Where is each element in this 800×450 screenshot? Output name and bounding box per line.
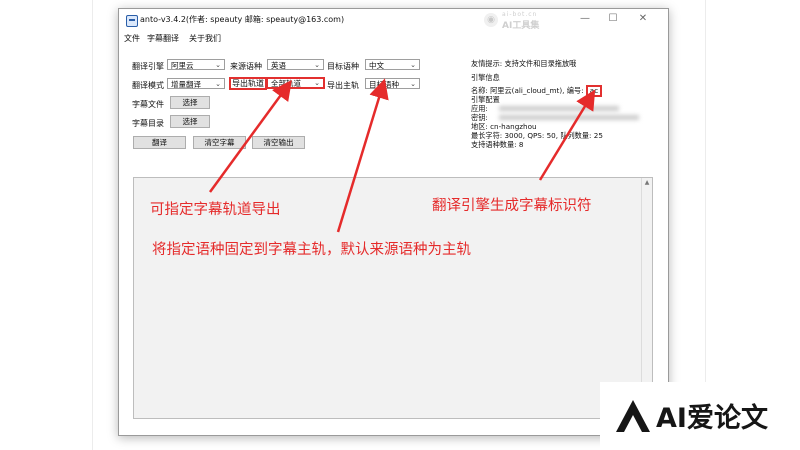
select-file-button[interactable]: 选择 [170, 96, 210, 109]
export-track-select-value: 全部轨道 [271, 79, 301, 88]
annotation-main-track: 将指定语种固定到字幕主轨，默认来源语种为主轨 [152, 242, 471, 258]
engine-code-badge: ac [585, 85, 603, 97]
tip-text: 友情提示: 支持文件和目录拖放哦 [471, 59, 577, 68]
mode-label: 翻译模式 [132, 81, 164, 90]
engine-label: 翻译引擎 [132, 62, 164, 71]
lang-count-field: 支持语种数量: 8 [471, 140, 524, 149]
scroll-up-icon[interactable]: ▲ [643, 179, 651, 186]
engine-info-heading: 引擎信息 [471, 73, 500, 82]
subtitle-dir-label: 字幕目录 [132, 119, 164, 128]
main-track-label: 导出主轨 [327, 81, 359, 90]
key-value-redacted [499, 115, 639, 120]
target-lang-label: 目标语种 [327, 62, 359, 71]
menu-bar: 文件 字幕翻译 关于我们 [119, 31, 668, 45]
brand-watermark: AI爱论文 [600, 382, 800, 450]
mode-select[interactable]: 增量翻译 ⌄ [167, 78, 225, 89]
export-track-select[interactable]: 全部轨道 ⌄ [266, 77, 325, 89]
mode-select-value: 增量翻译 [171, 80, 201, 89]
app-value-redacted [499, 106, 619, 111]
watermark-url: ai-bot.cn [502, 11, 538, 18]
engine-name-text: 名称: 阿里云(ali_cloud_mt), 编号: [471, 86, 584, 95]
source-lang-select[interactable]: 英语 ⌄ [267, 59, 324, 70]
translate-button[interactable]: 翻译 [133, 136, 186, 149]
menu-subtitle-translate[interactable]: 字幕翻译 [147, 33, 179, 44]
main-track-select-value: 目标语种 [369, 80, 399, 89]
app-icon [126, 15, 138, 27]
clear-output-button[interactable]: 清空输出 [252, 136, 305, 149]
main-track-select[interactable]: 目标语种 ⌄ [365, 78, 420, 89]
chevron-down-icon: ⌄ [314, 79, 320, 87]
menu-file[interactable]: 文件 [124, 33, 140, 44]
page-divider-left [92, 0, 93, 450]
brand-logo-icon [616, 400, 650, 432]
subtitle-file-label: 字幕文件 [132, 100, 164, 109]
maximize-button[interactable]: ☐ [603, 11, 623, 27]
title-bar[interactable]: anto-v3.4.2(作者: speauty 邮箱: speauty@163.… [119, 9, 668, 31]
chevron-down-icon: ⌄ [215, 61, 221, 69]
brand-name: AI爱论文 [656, 403, 768, 434]
source-lang-select-value: 英语 [271, 61, 286, 70]
annotation-engine-id: 翻译引擎生成字幕标识符 [432, 198, 592, 214]
engine-select-value: 阿里云 [171, 61, 194, 70]
menu-about[interactable]: 关于我们 [189, 33, 221, 44]
export-track-label: 导出轨道 [229, 77, 267, 90]
source-lang-label: 来源语种 [230, 62, 262, 71]
target-lang-select-value: 中文 [369, 61, 384, 70]
watermark-title: AI工具集 [502, 21, 540, 31]
chevron-down-icon: ⌄ [410, 80, 416, 88]
app-window: anto-v3.4.2(作者: speauty 邮箱: speauty@163.… [118, 8, 669, 436]
clear-subtitle-button[interactable]: 清空字幕 [193, 136, 246, 149]
engine-select[interactable]: 阿里云 ⌄ [167, 59, 225, 70]
chevron-down-icon: ⌄ [314, 61, 320, 69]
minimize-button[interactable]: — [575, 11, 595, 27]
select-dir-button[interactable]: 选择 [170, 115, 210, 128]
annotation-track-export: 可指定字幕轨道导出 [150, 202, 281, 218]
window-title: anto-v3.4.2(作者: speauty 邮箱: speauty@163.… [140, 15, 345, 24]
close-button[interactable]: ✕ [633, 11, 653, 27]
watermark-logo-icon: ◉ [484, 13, 498, 27]
chevron-down-icon: ⌄ [410, 61, 416, 69]
chevron-down-icon: ⌄ [215, 80, 221, 88]
target-lang-select[interactable]: 中文 ⌄ [365, 59, 420, 70]
